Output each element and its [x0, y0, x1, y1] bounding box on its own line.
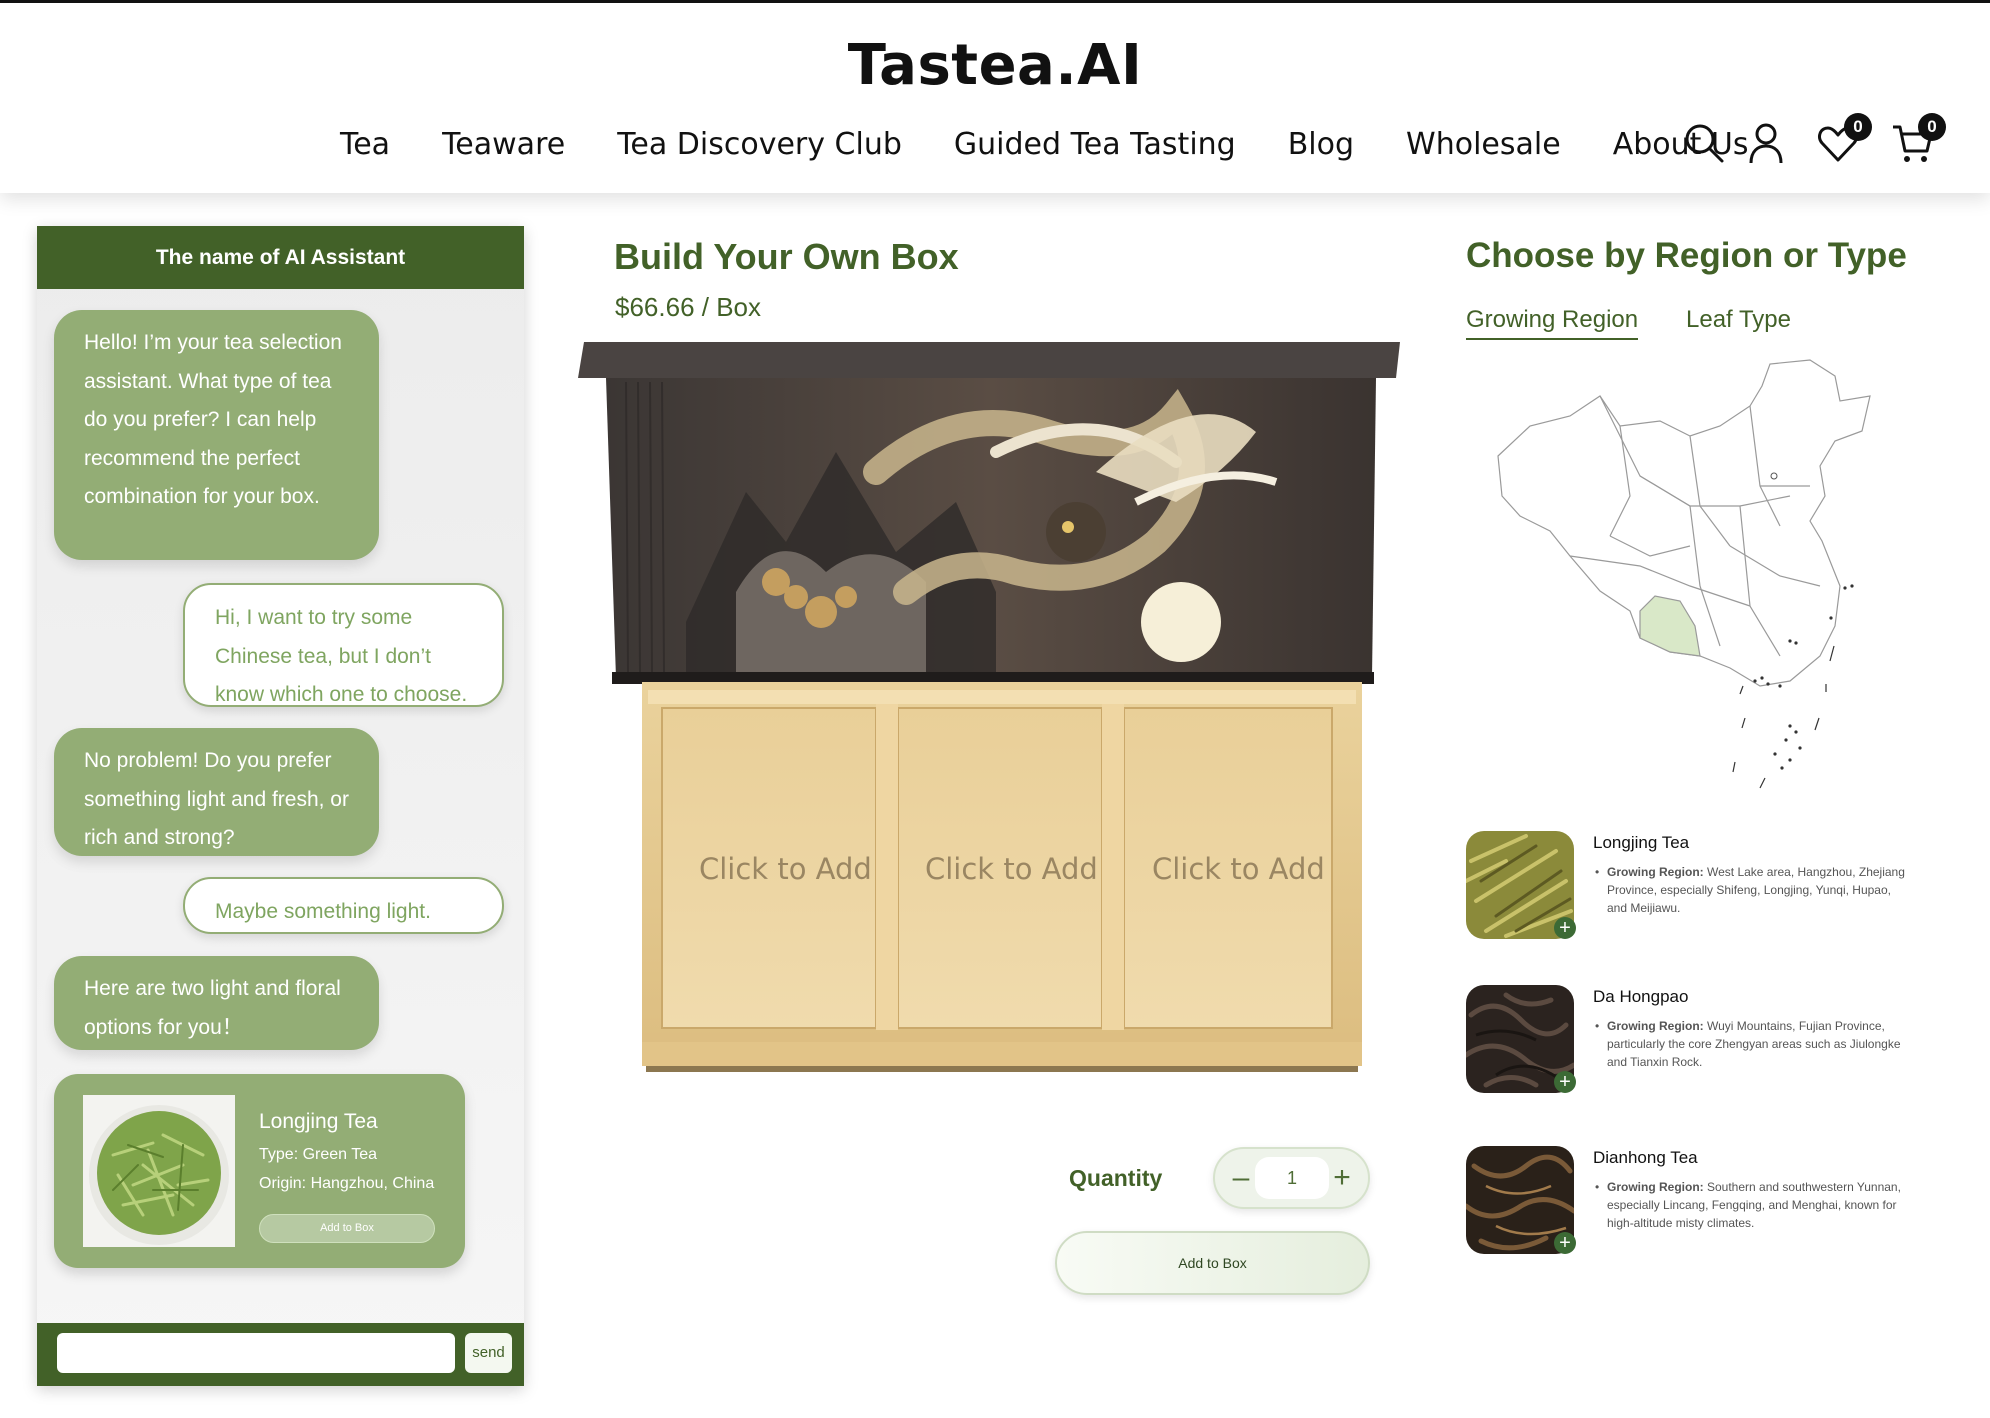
chat-message-user: Hi, I want to try some Chinese tea, but …	[183, 583, 504, 707]
quantity-stepper: – 1 +	[1213, 1147, 1370, 1209]
chat-message-user: Maybe something light.	[183, 877, 504, 934]
tab-growing-region[interactable]: Growing Region	[1466, 306, 1639, 340]
header-actions: 0 0	[1682, 113, 1952, 165]
decrease-quantity-button[interactable]: –	[1227, 1159, 1255, 1197]
add-da-hongpao-button[interactable]: +	[1554, 1071, 1576, 1093]
growing-region-label: Growing Region:	[1607, 1019, 1704, 1033]
nav-blog[interactable]: Blog	[1288, 127, 1354, 162]
nav-tea-discovery-club[interactable]: Tea Discovery Club	[617, 127, 902, 162]
gift-box-image: Click to Add Click to Add Click to Add	[576, 342, 1400, 1072]
wishlist-heart-icon[interactable]: 0	[1816, 113, 1872, 165]
chat-message-bot: No problem! Do you prefer something ligh…	[54, 728, 379, 856]
tea-name: Longjing Tea	[1593, 833, 1690, 852]
page-title: Build Your Own Box	[614, 236, 959, 277]
tea-item-da-hongpao[interactable]: + Da Hongpao Growing Region: Wuyi Mounta…	[1466, 985, 1906, 1095]
tea-description: Growing Region: West Lake area, Hangzhou…	[1593, 863, 1913, 917]
longjing-tea-image	[83, 1095, 235, 1247]
search-icon[interactable]	[1682, 121, 1726, 165]
add-dianhong-button[interactable]: +	[1554, 1232, 1576, 1254]
nav-wholesale[interactable]: Wholesale	[1406, 127, 1561, 162]
filter-title: Choose by Region or Type	[1466, 236, 1907, 275]
china-region-map[interactable]	[1490, 356, 1880, 796]
card-add-to-box-button[interactable]: Add to Box	[259, 1214, 435, 1243]
chat-message-input[interactable]	[57, 1333, 455, 1373]
tea-name: Da Hongpao	[1593, 987, 1689, 1006]
tea-description: Growing Region: Wuyi Mountains, Fujian P…	[1593, 1017, 1913, 1071]
chat-title: The name of AI Assistant	[37, 226, 524, 289]
box-slot-3[interactable]: Click to Add	[1152, 852, 1325, 886]
nav-teaware[interactable]: Teaware	[442, 127, 565, 162]
card-tea-type: Type: Green Tea	[259, 1146, 377, 1163]
send-button[interactable]: send	[465, 1333, 512, 1373]
box-price: $66.66 / Box	[615, 292, 761, 322]
box-slot-2[interactable]: Click to Add	[925, 852, 1098, 886]
increase-quantity-button[interactable]: +	[1328, 1159, 1356, 1197]
card-tea-origin: Origin: Hangzhou, China	[259, 1175, 435, 1192]
ai-assistant-panel: The name of AI Assistant Hello! I’m your…	[37, 226, 524, 1386]
chat-message-bot: Here are two light and floral options fo…	[54, 956, 379, 1050]
site-logo[interactable]: Tastea.AI	[0, 33, 1990, 98]
tea-description: Growing Region: Southern and southwester…	[1593, 1178, 1913, 1232]
add-to-box-button[interactable]: Add to Box	[1055, 1231, 1370, 1295]
nav-tea[interactable]: Tea	[340, 127, 390, 162]
cart-icon[interactable]: 0	[1890, 113, 1946, 165]
account-icon[interactable]	[1744, 121, 1788, 165]
tab-leaf-type[interactable]: Leaf Type	[1686, 306, 1791, 334]
tea-item-longjing[interactable]: + Longjing Tea Growing Region: West Lake…	[1466, 831, 1906, 941]
add-longjing-button[interactable]: +	[1554, 917, 1576, 939]
quantity-value[interactable]: 1	[1255, 1157, 1329, 1199]
cart-count-badge: 0	[1918, 113, 1946, 141]
site-header: Tastea.AI Tea Teaware Tea Discovery Club…	[0, 0, 1990, 193]
nav-guided-tea-tasting[interactable]: Guided Tea Tasting	[954, 127, 1236, 162]
growing-region-label: Growing Region:	[1607, 1180, 1704, 1194]
card-tea-name: Longjing Tea	[259, 1110, 378, 1133]
quantity-label: Quantity	[1069, 1165, 1163, 1191]
tea-item-dianhong[interactable]: + Dianhong Tea Growing Region: Southern …	[1466, 1146, 1906, 1256]
chat-message-bot: Hello! I’m your tea selection assistant.…	[54, 310, 379, 560]
tea-name: Dianhong Tea	[1593, 1148, 1698, 1167]
recommendation-card: Longjing Tea Type: Green Tea Origin: Han…	[54, 1074, 465, 1268]
growing-region-label: Growing Region:	[1607, 865, 1704, 879]
main-nav: Tea Teaware Tea Discovery Club Guided Te…	[340, 127, 1801, 162]
wishlist-count-badge: 0	[1844, 113, 1872, 141]
chat-input-bar: send	[37, 1323, 524, 1386]
box-slot-1[interactable]: Click to Add	[699, 852, 872, 886]
